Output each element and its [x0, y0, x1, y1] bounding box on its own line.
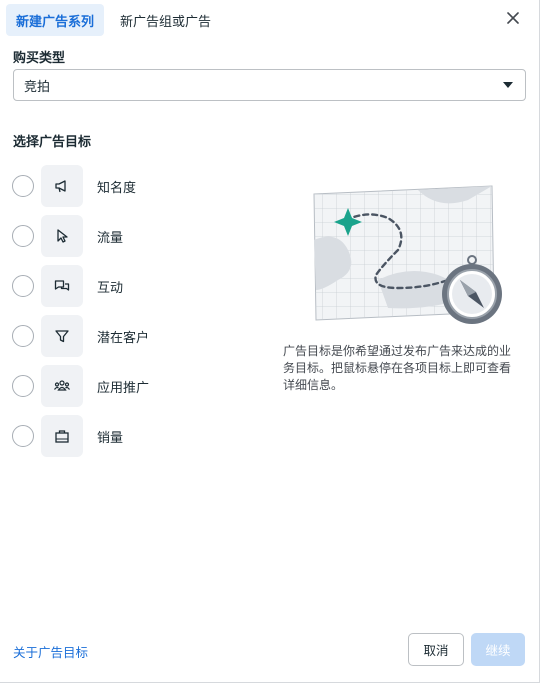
objective-label: 流量 [97, 230, 124, 246]
buy-type-select[interactable]: 竞拍 [13, 69, 526, 101]
radio-button[interactable] [12, 225, 34, 247]
tab-new-adset-or-ad[interactable]: 新广告组或广告 [110, 4, 221, 36]
filter-icon [41, 315, 83, 357]
objective-description: 广告目标是你希望通过发布广告来达成的业务目标。把鼠标悬停在各项目标上即可查看详细… [283, 344, 512, 392]
radio-button[interactable] [12, 425, 34, 447]
dialog-tabs: 新建广告系列 新广告组或广告 [6, 4, 227, 36]
radio-button[interactable] [12, 275, 34, 297]
continue-button[interactable]: 继续 [471, 633, 525, 666]
about-objectives-link[interactable]: 关于广告目标 [13, 642, 88, 661]
objective-label: 应用推广 [97, 380, 150, 396]
objective-sales[interactable]: 销量 [12, 415, 252, 457]
objective-traffic[interactable]: 流量 [12, 215, 252, 257]
objective-map-illustration [308, 180, 512, 336]
objective-label: 销量 [97, 430, 124, 446]
objective-awareness[interactable]: 知名度 [12, 165, 252, 207]
buy-type-value: 竞拍 [24, 79, 51, 95]
radio-button[interactable] [12, 325, 34, 347]
megaphone-icon [41, 165, 83, 207]
people-icon [41, 365, 83, 407]
caret-down-icon [503, 82, 513, 88]
objective-leads[interactable]: 潜在客户 [12, 315, 252, 357]
radio-button[interactable] [12, 175, 34, 197]
cursor-icon [41, 215, 83, 257]
radio-button[interactable] [12, 375, 34, 397]
close-icon[interactable] [505, 10, 521, 26]
map-compass-illustration [313, 185, 502, 324]
objective-label: 知名度 [97, 180, 137, 196]
buy-type-label: 购买类型 [13, 51, 66, 66]
objective-label: 互动 [97, 280, 124, 296]
objective-section-title: 选择广告目标 [13, 135, 92, 150]
objective-engagement[interactable]: 互动 [12, 265, 252, 307]
chat-bubbles-icon [41, 265, 83, 307]
objective-app-promotion[interactable]: 应用推广 [12, 365, 252, 407]
shopping-bag-icon [41, 415, 83, 457]
create-campaign-dialog: 新建广告系列 新广告组或广告 购买类型 竞拍 选择广告目标 知名度 流量 互动 … [0, 0, 540, 683]
objective-label: 潜在客户 [97, 330, 150, 346]
tab-new-campaign[interactable]: 新建广告系列 [6, 4, 105, 36]
cancel-button[interactable]: 取消 [408, 633, 464, 666]
